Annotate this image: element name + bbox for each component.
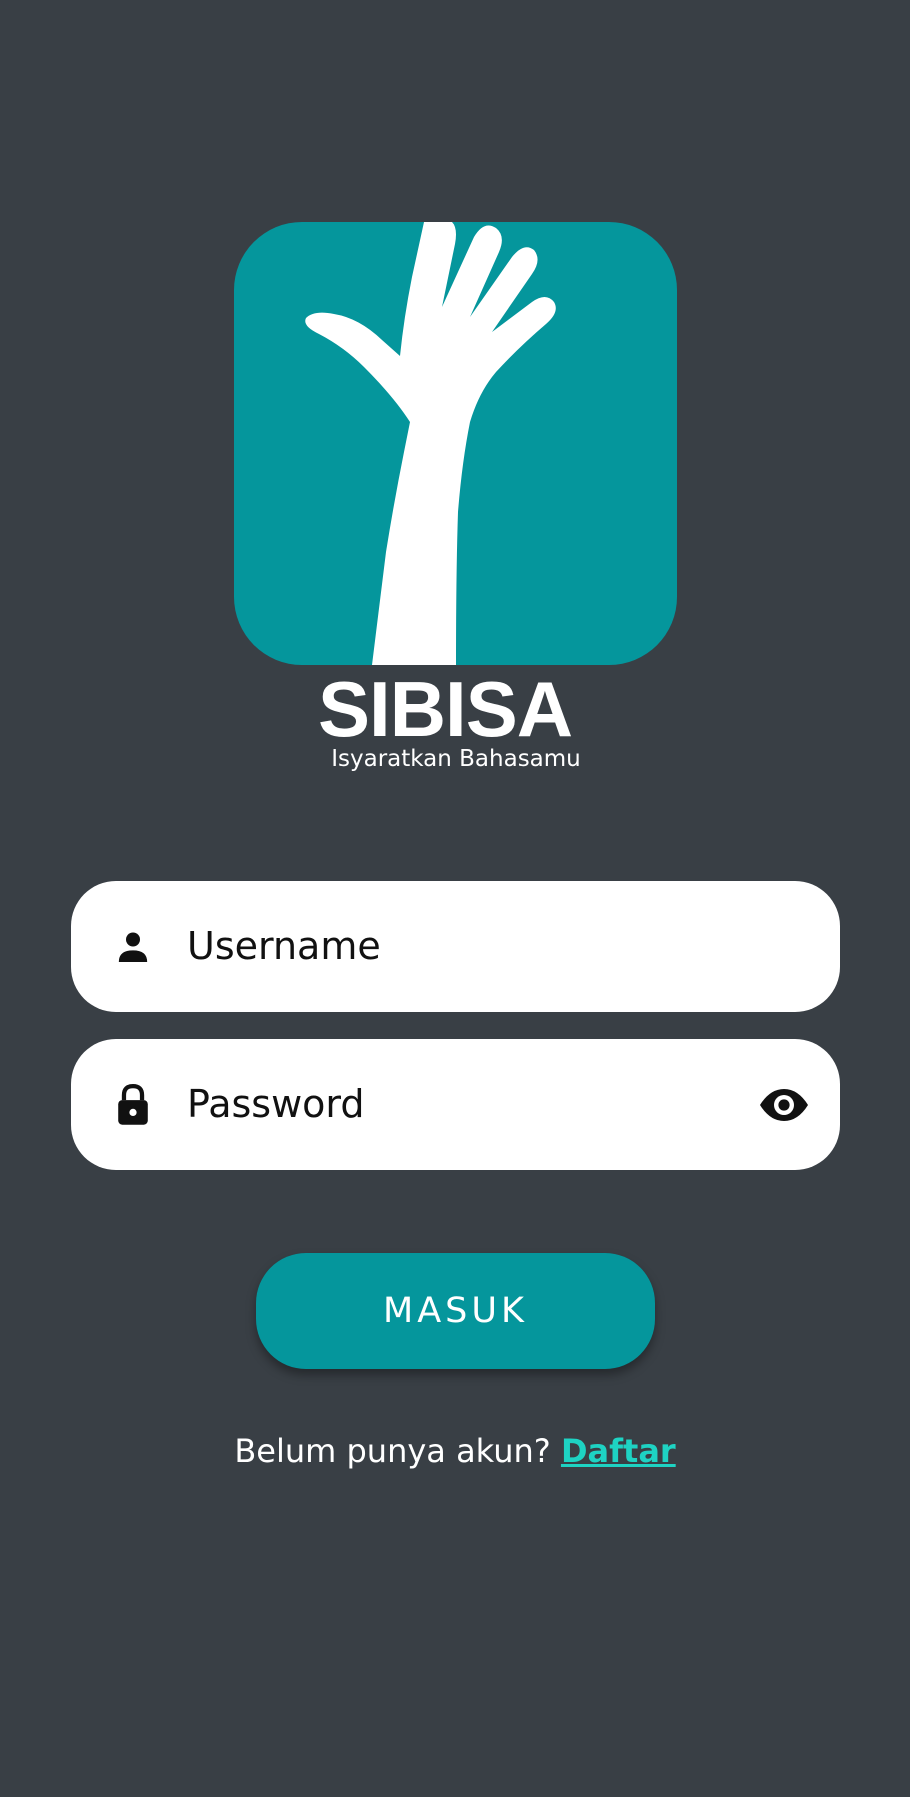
brand-name: SIBISA: [318, 665, 573, 753]
register-prompt: Belum punya akun? Daftar: [0, 1424, 910, 1478]
register-prompt-text: Belum punya akun?: [234, 1432, 551, 1470]
username-input[interactable]: Username: [187, 881, 381, 1012]
login-button[interactable]: MASUK: [256, 1253, 655, 1369]
password-input[interactable]: Password: [187, 1039, 365, 1170]
app-logo: [234, 222, 677, 665]
eye-icon[interactable]: [754, 1075, 814, 1135]
password-field[interactable]: Password: [71, 1039, 840, 1170]
register-link[interactable]: Daftar: [561, 1432, 676, 1470]
login-screen: SIBISA Isyaratkan Bahasamu Username Pass…: [0, 0, 910, 1797]
username-field[interactable]: Username: [71, 881, 840, 1012]
raised-hand-icon: [305, 222, 556, 665]
person-icon: [103, 917, 163, 977]
lock-icon: [103, 1075, 163, 1135]
brand-tagline: Isyaratkan Bahasamu: [331, 746, 581, 772]
